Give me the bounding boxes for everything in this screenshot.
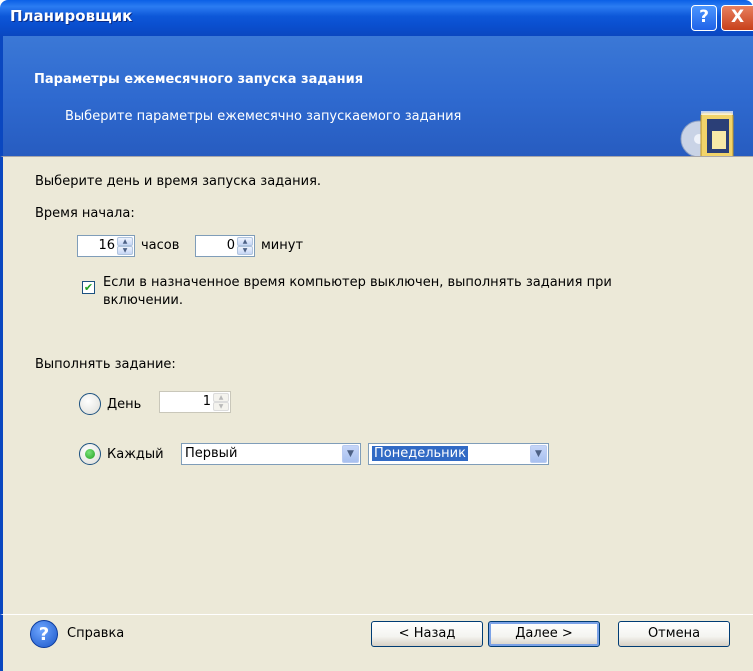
window-title: Планировщик xyxy=(10,7,133,25)
help-link[interactable]: Справка xyxy=(67,626,124,641)
radio-selected-dot xyxy=(85,449,95,459)
chevron-down-icon[interactable]: ▼ xyxy=(530,445,547,463)
every-label-text: Каждый xyxy=(107,447,164,462)
help-title-button[interactable]: ? xyxy=(691,5,717,31)
checkmark-icon: ✔ xyxy=(83,281,94,294)
minutes-spin-arrows[interactable]: ▲ ▼ xyxy=(237,237,253,255)
run-if-off-label-line1[interactable]: Если в назначенное время компьютер выклю… xyxy=(103,275,612,290)
week-select[interactable]: Первый ▼ xyxy=(181,443,361,465)
cancel-button[interactable]: Отмена xyxy=(618,621,730,647)
help-icon[interactable]: ? xyxy=(30,620,58,648)
minutes-label: минут xyxy=(261,238,304,253)
day-value: 1 xyxy=(202,394,211,409)
start-time-label: Время начала: xyxy=(35,206,135,221)
spin-up-icon[interactable]: ▲ xyxy=(117,237,133,246)
every-radio-label[interactable]: Каждый xyxy=(107,447,164,462)
chevron-down-icon[interactable]: ▼ xyxy=(342,445,359,463)
close-button[interactable]: X xyxy=(721,5,753,31)
spin-down-icon: ▼ xyxy=(213,402,229,411)
day-spin-arrows: ▲ ▼ xyxy=(213,393,229,411)
run-if-off-label-line2[interactable]: включении. xyxy=(103,293,183,308)
weekday-select[interactable]: Понедельник ▼ xyxy=(368,443,549,465)
minutes-value: 0 xyxy=(226,238,235,253)
header-subtitle: Выберите параметры ежемесячно запускаемо… xyxy=(65,109,462,124)
wizard-header: Параметры ежемесячного запуска задания В… xyxy=(0,36,753,160)
back-button[interactable]: < Назад xyxy=(371,621,483,647)
spin-down-icon[interactable]: ▼ xyxy=(237,246,253,255)
run-task-label: Выполнять задание: xyxy=(35,357,176,372)
title-bar[interactable]: Планировщик ? X xyxy=(0,0,753,36)
scheduler-window: Планировщик ? X Параметры ежемесячного з… xyxy=(0,0,753,671)
minutes-spinner[interactable]: 0 ▲ ▼ xyxy=(195,235,255,257)
next-button[interactable]: Далее > xyxy=(488,621,600,647)
weekday-select-value: Понедельник xyxy=(372,446,468,461)
hours-spinner[interactable]: 16 ▲ ▼ xyxy=(77,235,135,257)
dialog-content: Выберите день и время запуска задания. В… xyxy=(0,156,753,615)
dialog-footer: ? Справка < Назад Далее > Отмена xyxy=(0,614,753,671)
intro-text: Выберите день и время запуска задания. xyxy=(35,174,322,189)
week-select-value: Первый xyxy=(185,446,238,461)
header-title: Параметры ежемесячного запуска задания xyxy=(34,72,364,87)
spin-down-icon[interactable]: ▼ xyxy=(117,246,133,255)
spin-up-icon: ▲ xyxy=(213,393,229,402)
hours-value: 16 xyxy=(98,238,115,253)
day-radio-label[interactable]: День xyxy=(107,397,141,412)
day-radio[interactable] xyxy=(79,393,101,415)
hours-label: часов xyxy=(141,238,180,253)
spin-up-icon[interactable]: ▲ xyxy=(237,237,253,246)
day-spinner: 1 ▲ ▼ xyxy=(159,391,231,413)
hours-spin-arrows[interactable]: ▲ ▼ xyxy=(117,237,133,255)
every-radio[interactable] xyxy=(79,443,101,465)
run-if-off-checkbox[interactable]: ✔ xyxy=(82,281,95,294)
day-label-text: День xyxy=(107,397,142,412)
